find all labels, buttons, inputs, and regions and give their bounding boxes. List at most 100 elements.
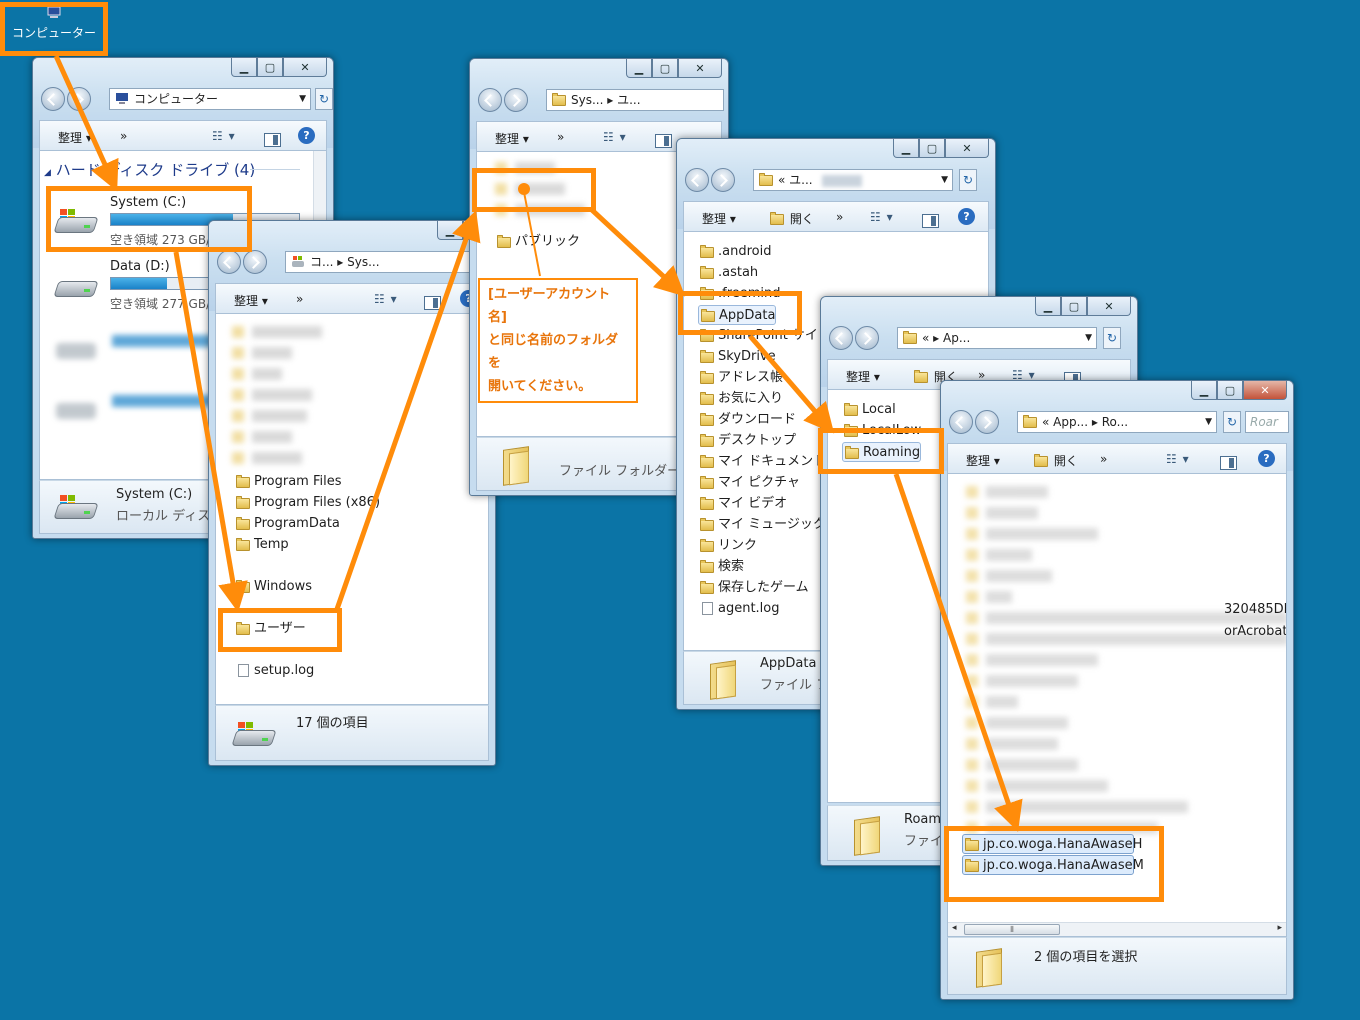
folder-item[interactable]: マイ ピクチャ (698, 473, 800, 493)
folder-item[interactable]: マイ ドキュメント (698, 452, 826, 472)
folder-item[interactable]: Windows (234, 577, 312, 597)
minimize-button[interactable]: ▁ (437, 221, 463, 240)
close-button[interactable]: ✕ (678, 59, 722, 78)
preview-pane-icon[interactable] (264, 133, 281, 147)
address-bar[interactable]: « ▸ Ap... ▼ (897, 327, 1097, 349)
back-button[interactable] (478, 88, 502, 112)
back-button[interactable] (949, 410, 973, 434)
minimize-button[interactable]: ▁ (893, 139, 919, 158)
folder-item[interactable]: .android (698, 242, 771, 262)
folder-item[interactable]: .astah (698, 263, 758, 283)
minimize-button[interactable]: ▁ (626, 59, 652, 78)
forward-button[interactable] (504, 88, 528, 112)
help-icon[interactable]: ? (1258, 450, 1275, 467)
maximize-button[interactable]: ▢ (652, 59, 678, 78)
horizontal-scrollbar[interactable]: ◂ ⦀ ▸ (948, 922, 1286, 936)
file-item[interactable]: setup.log (234, 661, 314, 681)
chevron-down-icon[interactable]: ▼ (1205, 412, 1212, 432)
address-bar[interactable]: « ユ... ▼ (753, 169, 953, 191)
more-chevron-icon[interactable]: » (836, 210, 843, 224)
back-button[interactable] (41, 87, 65, 111)
address-bar[interactable]: コンピューター ▼ (109, 88, 311, 110)
view-options-icon[interactable]: ☷ ▾ (603, 130, 627, 144)
folder-item[interactable]: アドレス帳 (698, 368, 783, 388)
folder-item[interactable]: Program Files (234, 472, 342, 492)
organize-menu[interactable]: 整理 ▾ (702, 210, 736, 227)
forward-button[interactable] (975, 410, 999, 434)
maximize-button[interactable]: ▢ (1217, 381, 1243, 400)
more-chevron-icon[interactable]: » (1100, 452, 1107, 466)
close-button[interactable]: ✕ (945, 139, 989, 158)
more-chevron-icon[interactable]: » (120, 129, 127, 143)
folder-item[interactable]: Local (842, 400, 896, 420)
preview-pane-icon[interactable] (655, 134, 672, 148)
group-header[interactable]: ◢ ハード ディスク ドライブ (4) (44, 159, 255, 180)
refresh-button[interactable]: ↻ (1103, 327, 1121, 349)
folder-item[interactable]: リンク (698, 536, 757, 556)
open-button[interactable]: 開く (770, 210, 814, 227)
close-button[interactable]: ✕ (1243, 381, 1287, 400)
window-roaming[interactable]: ▁ ▢ ✕ « App... ▸ Ro... ▼ ↻ Roar 整理 ▾ 開く … (940, 380, 1294, 1000)
help-icon[interactable]: ? (298, 127, 315, 144)
chevron-down-icon[interactable]: ▼ (299, 89, 306, 109)
blurred-row (966, 654, 1098, 666)
folder-item[interactable]: パブリック (495, 232, 580, 252)
organize-menu[interactable]: 整理 ▾ (495, 130, 529, 147)
minimize-button[interactable]: ▁ (1191, 381, 1217, 400)
minimize-button[interactable]: ▁ (1035, 297, 1061, 316)
close-button[interactable]: ✕ (1087, 297, 1131, 316)
scrollbar-thumb[interactable]: ⦀ (964, 924, 1060, 935)
organize-menu[interactable]: 整理 ▾ (58, 129, 92, 146)
view-options-icon[interactable]: ☷ ▾ (374, 292, 398, 306)
maximize-button[interactable]: ▢ (257, 58, 283, 77)
back-button[interactable] (217, 250, 241, 274)
organize-menu[interactable]: 整理 ▾ (966, 452, 1000, 469)
folder-item[interactable]: マイ ビデオ (698, 494, 787, 514)
address-bar[interactable]: Sys... ▸ ユ... (546, 89, 724, 111)
more-chevron-icon[interactable]: » (557, 130, 564, 144)
back-button[interactable] (685, 168, 709, 192)
organize-menu[interactable]: 整理 ▾ (234, 292, 268, 309)
preview-pane-icon[interactable] (1220, 456, 1237, 470)
refresh-button[interactable]: ↻ (315, 88, 333, 110)
maximize-button[interactable]: ▢ (919, 139, 945, 158)
organize-menu[interactable]: 整理 ▾ (846, 368, 880, 385)
forward-button[interactable] (855, 326, 879, 350)
folder-item[interactable]: ProgramData (234, 514, 340, 534)
folder-item[interactable]: デスクトップ (698, 431, 796, 451)
search-input[interactable]: Roar (1245, 411, 1289, 433)
folder-item[interactable]: SkyDrive (698, 347, 776, 367)
drive-d-name[interactable]: Data (D:) (110, 259, 170, 274)
open-button[interactable]: 開く (1034, 452, 1078, 469)
more-chevron-icon[interactable]: » (296, 292, 303, 306)
close-button[interactable]: ✕ (283, 58, 327, 77)
window-system-c[interactable]: ▁ ▢ コ... ▸ Sys... 整理 ▾ » ☷ ▾ ? Program F… (208, 220, 496, 766)
folder-item[interactable]: 保存したゲーム (698, 578, 809, 598)
preview-pane-icon[interactable] (424, 296, 441, 310)
view-options-icon[interactable]: ☷ ▾ (212, 129, 236, 143)
back-button[interactable] (829, 326, 853, 350)
refresh-button[interactable]: ↻ (959, 169, 977, 191)
address-bar[interactable]: « App... ▸ Ro... ▼ (1017, 411, 1217, 433)
forward-button[interactable] (243, 250, 267, 274)
maximize-button[interactable]: ▢ (1061, 297, 1087, 316)
forward-button[interactable] (67, 87, 91, 111)
view-options-icon[interactable]: ☷ ▾ (1166, 452, 1190, 466)
forward-button[interactable] (711, 168, 735, 192)
folder-item[interactable]: Program Files (x86) (234, 493, 380, 513)
folder-item[interactable]: お気に入り (698, 389, 783, 409)
folder-item[interactable]: マイ ミュージック (698, 515, 826, 535)
address-bar[interactable]: コ... ▸ Sys... (285, 251, 489, 273)
chevron-down-icon[interactable]: ▼ (941, 170, 948, 190)
chevron-down-icon[interactable]: ▼ (1085, 328, 1092, 348)
folder-item[interactable]: ダウンロード (698, 410, 796, 430)
refresh-button[interactable]: ↻ (1223, 411, 1241, 433)
help-icon[interactable]: ? (958, 208, 975, 225)
folder-item[interactable]: 検索 (698, 557, 744, 577)
view-options-icon[interactable]: ☷ ▾ (870, 210, 894, 224)
folder-item[interactable]: Temp (234, 535, 289, 555)
drive-d-icon[interactable] (53, 271, 100, 301)
preview-pane-icon[interactable] (922, 214, 939, 228)
file-item[interactable]: agent.log (698, 599, 780, 619)
minimize-button[interactable]: ▁ (231, 58, 257, 77)
